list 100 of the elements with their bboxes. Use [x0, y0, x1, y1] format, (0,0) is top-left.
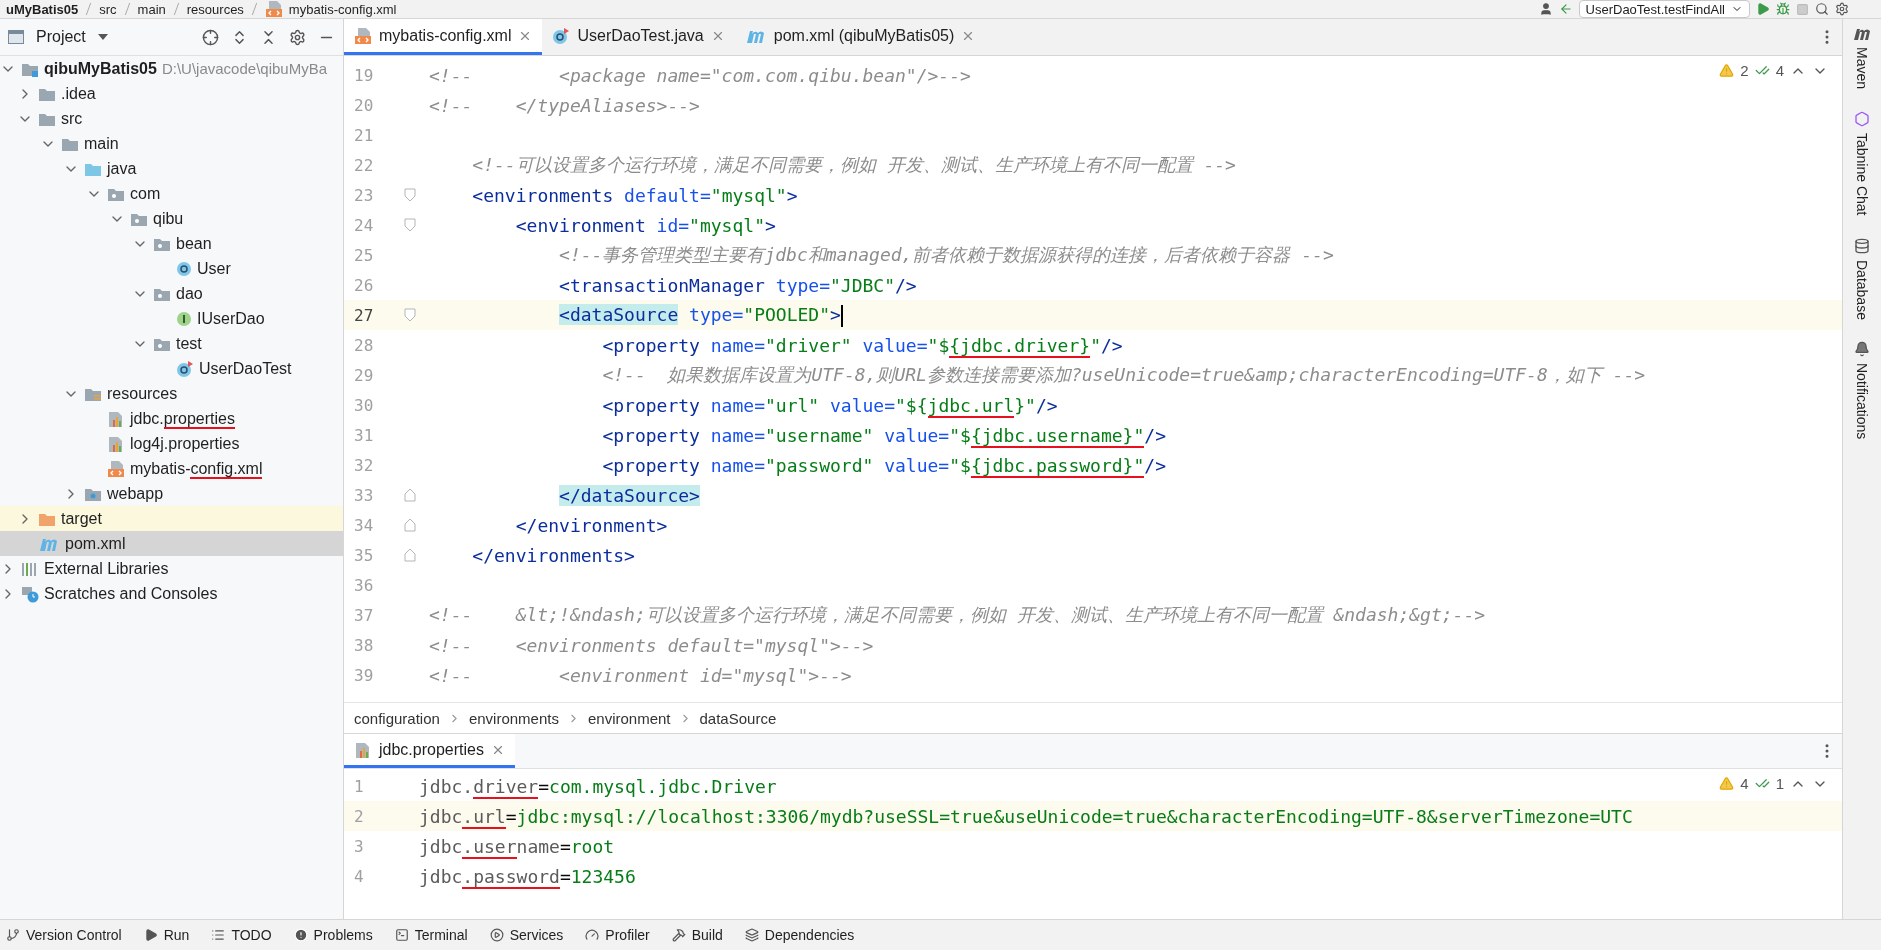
side-tool-button[interactable]: Notifications	[1854, 341, 1870, 440]
line-number: 30	[353, 395, 375, 415]
code-line: jdbc.password=123456	[419, 865, 636, 887]
code-line: <!--事务管理类型主要有jdbc和managed,前者依赖于数据源获得的连接，后者依赖于容器 -->	[558, 243, 1334, 267]
tree-item-label: IUserDao	[197, 309, 265, 328]
tree-item-label: main	[84, 134, 119, 153]
breadcrumb[interactable]: dataSource	[699, 709, 777, 727]
code-line: <dataSource type="POOLED">	[558, 303, 843, 327]
tool-window-button[interactable]: Terminal	[394, 927, 468, 943]
breadcrumb[interactable]: configuration	[354, 709, 440, 727]
line-number: 20	[353, 95, 375, 115]
tool-window-button[interactable]: Problems	[293, 927, 373, 943]
tree-item[interactable]: java	[0, 156, 343, 181]
line-number: 38	[353, 635, 375, 655]
tree-item-label: jdbc.properties	[130, 409, 235, 428]
tree-item[interactable]: dao	[0, 281, 343, 306]
line-number: 27	[353, 305, 375, 325]
tree-item[interactable]: qibuMyBatis05 D:\U\javacode\qibuMyBa	[0, 56, 343, 81]
tree-item[interactable]: target	[0, 506, 343, 531]
tree-item[interactable]: main	[0, 131, 343, 156]
tree-item-label: test	[176, 334, 202, 353]
tree-item[interactable]: webapp	[0, 481, 343, 506]
code-line: <transactionManager type="JDBC"/>	[558, 274, 917, 296]
path-breadcrumb[interactable]: src	[99, 1, 117, 17]
code-line: jdbc.username=root	[419, 835, 615, 857]
tree-item-label: target	[61, 509, 102, 528]
code-line: <!-- <package name="com.com.qibu.bean"/>-->	[429, 64, 971, 86]
path-breadcrumb[interactable]: uMyBatis05	[6, 1, 79, 17]
line-number: 23	[353, 185, 375, 205]
tree-item-label: java	[107, 159, 137, 178]
tree-item[interactable]: qibu	[0, 206, 343, 231]
tree-item[interactable]: .idea	[0, 81, 343, 106]
tree-item[interactable]: com	[0, 181, 343, 206]
tree-item-label: mybatis-config.xml	[130, 459, 263, 478]
tree-item-label: bean	[176, 234, 212, 253]
code-line: <property name="driver" value="${jdbc.driver}"/>	[601, 334, 1123, 356]
tree-item[interactable]: bean	[0, 231, 343, 256]
code-line: <!--可以设置多个运行环境，满足不同需要，例如 开发、测试、生产环境上有不同一配置 -->	[471, 153, 1236, 177]
editor-tab[interactable]: pom.xml (qibuMyBatis05)	[734, 19, 986, 55]
line-number: 28	[353, 335, 375, 355]
side-tool-button[interactable]: Maven	[1853, 27, 1871, 90]
run-configuration-dropdown[interactable]: UserDaoTest.testFindAll	[1578, 0, 1750, 18]
tree-item[interactable]: User	[0, 256, 343, 281]
line-number: 25	[353, 245, 375, 265]
line-number: 34	[353, 515, 375, 535]
project-path: D:\U\javacode\qibuMyBa	[161, 60, 327, 77]
path-breadcrumb[interactable]: mybatis-config.xml	[288, 1, 397, 17]
tree-item-label: qibu	[153, 209, 184, 228]
line-number: 31	[353, 425, 375, 445]
code-line: jdbc.driver=com.mysql.jdbc.Driver	[419, 775, 777, 797]
tree-item-label: UserDaoTest	[199, 359, 292, 378]
tree-item[interactable]: IUserDao	[0, 306, 343, 331]
code-line: <environment id="mysql">	[514, 214, 776, 236]
tool-window-button[interactable]: Profiler	[585, 927, 650, 943]
line-number: 37	[353, 605, 375, 625]
check-count: 4	[1775, 62, 1784, 79]
line-number: 26	[353, 275, 375, 295]
breadcrumb[interactable]: environment	[587, 709, 671, 727]
tool-window-button[interactable]: TODO	[211, 927, 272, 943]
tree-item[interactable]: src	[0, 106, 343, 131]
line-number: 2	[353, 806, 365, 826]
editor-tab[interactable]: mybatis-config.xml	[344, 19, 543, 55]
tool-window-button[interactable]: Services	[489, 927, 564, 943]
editor-tab[interactable]: UserDaoTest.java	[542, 19, 735, 55]
side-tool-button[interactable]: Database	[1854, 237, 1870, 320]
line-number: 1	[353, 776, 365, 796]
tree-item-label: com	[130, 184, 161, 203]
side-tool-button[interactable]: Tabnine Chat	[1854, 111, 1870, 216]
tool-window-button[interactable]: Version Control	[6, 927, 122, 943]
tree-item[interactable]: pom.xml	[0, 531, 343, 556]
tree-item[interactable]: Scratches and Consoles	[0, 581, 343, 606]
tree-item[interactable]: UserDaoTest	[0, 356, 343, 381]
tree-item-label: External Libraries	[44, 559, 169, 578]
tree-item-label: Scratches and Consoles	[44, 584, 218, 603]
panel-title[interactable]: Project	[36, 28, 86, 46]
tree-item[interactable]: External Libraries	[0, 556, 343, 581]
code-line: <property name="url" value="${jdbc.url}"/>	[601, 394, 1058, 416]
breadcrumb[interactable]: environments	[468, 709, 559, 727]
tree-item[interactable]: test	[0, 331, 343, 356]
tool-window-button[interactable]: Run	[143, 927, 190, 943]
tree-item[interactable]: resources	[0, 381, 343, 406]
code-line: <property name="username" value="${jdbc.username}"/>	[601, 424, 1166, 446]
tree-item-label: User	[197, 259, 231, 278]
code-line: jdbc.url=jdbc:mysql://localhost:3306/mydb?useSSL=true&useUnicode=true&characterEncoding=UTF-8&serverTimezone=UTC	[419, 805, 1633, 827]
tree-item[interactable]: jdbc.properties	[0, 406, 343, 431]
tree-item[interactable]: log4j.properties	[0, 431, 343, 456]
tree-item[interactable]: mybatis-config.xml	[0, 456, 343, 481]
editor-tab[interactable]: jdbc.properties	[344, 734, 515, 768]
tool-window-button[interactable]: Dependencies	[744, 927, 855, 943]
tab-label: mybatis-config.xml	[379, 26, 512, 45]
line-number: 29	[353, 365, 375, 385]
path-breadcrumb[interactable]: main	[137, 1, 166, 17]
path-breadcrumb[interactable]: resources	[186, 1, 244, 17]
code-line: <!-- <environment id="mysql">-->	[429, 664, 852, 686]
tree-item-label: src	[61, 109, 83, 128]
tree-item-label: webapp	[107, 484, 164, 503]
tool-window-button[interactable]: Build	[671, 927, 723, 943]
tree-item-label: qibuMyBatis05	[44, 59, 157, 78]
code-line: <environments default="mysql">	[471, 184, 798, 206]
run-configuration-label: UserDaoTest.testFindAll	[1585, 1, 1725, 17]
